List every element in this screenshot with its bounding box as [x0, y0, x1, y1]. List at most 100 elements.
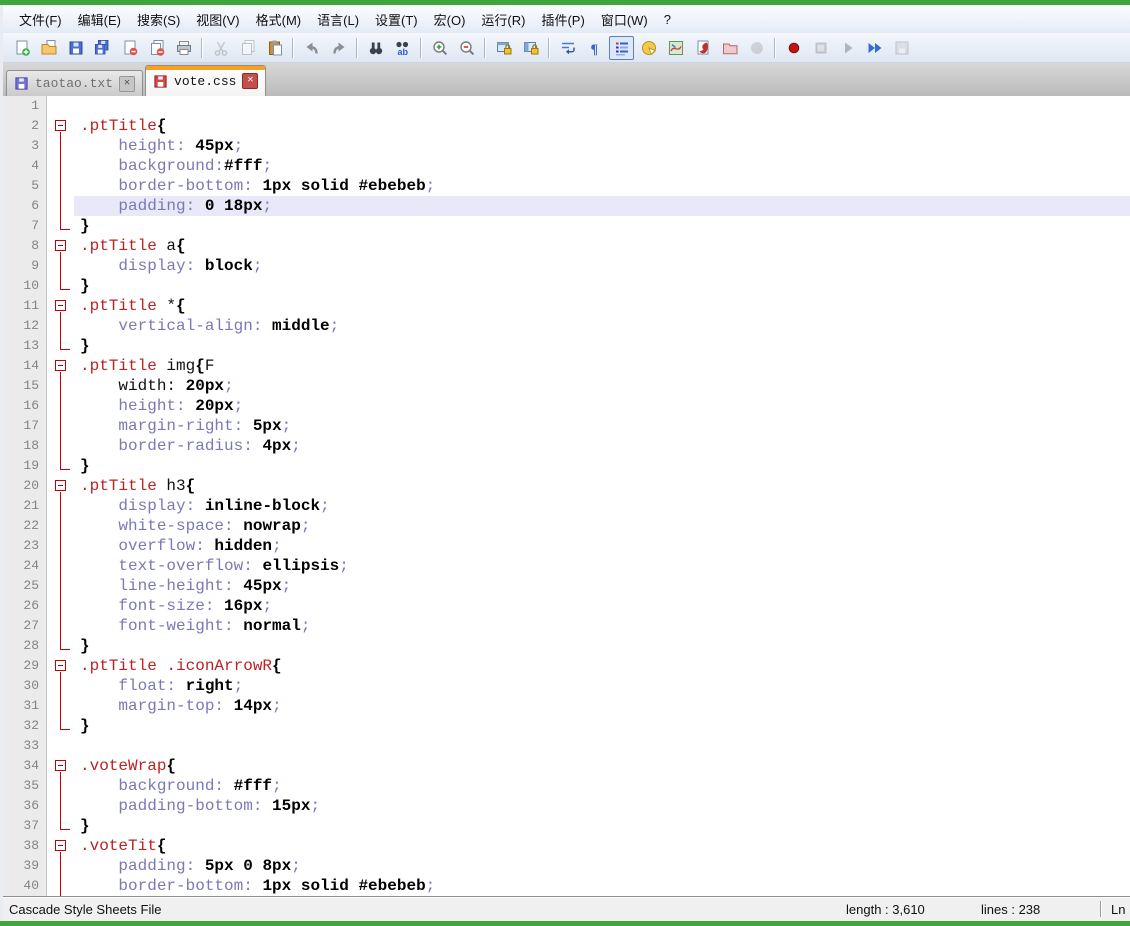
- code-line-22[interactable]: 22 white-space: nowrap;: [3, 516, 1130, 536]
- menu-item-6[interactable]: 设置(T): [367, 5, 426, 34]
- code-line-6[interactable]: 6 padding: 0 18px;: [3, 196, 1130, 216]
- open-file-icon[interactable]: [36, 36, 61, 60]
- code-line-29[interactable]: 29.ptTitle .iconArrowR{: [3, 656, 1130, 676]
- tab-taotao.txt[interactable]: taotao.txt✕: [6, 70, 143, 96]
- code-line-18[interactable]: 18 border-radius: 4px;: [3, 436, 1130, 456]
- fold-collapse-icon[interactable]: [47, 756, 74, 776]
- code-line-31[interactable]: 31 margin-top: 14px;: [3, 696, 1130, 716]
- code-line-3[interactable]: 3 height: 45px;: [3, 136, 1130, 156]
- line-number: 8: [3, 236, 47, 256]
- line-number: 21: [3, 496, 47, 516]
- word-wrap-icon[interactable]: [555, 36, 580, 60]
- tab-close-icon[interactable]: ✕: [242, 73, 258, 89]
- menu-item-8[interactable]: 运行(R): [473, 5, 533, 34]
- function-list-icon[interactable]: [609, 36, 634, 60]
- code-line-10[interactable]: 10}: [3, 276, 1130, 296]
- code-text: background: #fff;: [74, 776, 1130, 796]
- paste-icon[interactable]: [262, 36, 287, 60]
- code-line-4[interactable]: 4 background:#fff;: [3, 156, 1130, 176]
- document-map-icon[interactable]: [636, 36, 661, 60]
- fold-collapse-icon[interactable]: [47, 656, 74, 676]
- fold-collapse-icon[interactable]: [47, 476, 74, 496]
- tab-vote.css[interactable]: vote.css✕: [145, 65, 266, 96]
- nppexport-icon[interactable]: [663, 36, 688, 60]
- code-line-28[interactable]: 28}: [3, 636, 1130, 656]
- code-line-21[interactable]: 21 display: inline-block;: [3, 496, 1130, 516]
- redo-icon[interactable]: [326, 36, 351, 60]
- editor[interactable]: 12.ptTitle{3 height: 45px;4 background:#…: [3, 96, 1130, 896]
- code-line-39[interactable]: 39 padding: 5px 0 8px;: [3, 856, 1130, 876]
- menu-item-10[interactable]: 窗口(W): [593, 5, 656, 34]
- code-line-2[interactable]: 2.ptTitle{: [3, 116, 1130, 136]
- macro-run-multiple-icon[interactable]: [862, 36, 887, 60]
- fold-collapse-icon[interactable]: [47, 116, 74, 136]
- code-line-25[interactable]: 25 line-height: 45px;: [3, 576, 1130, 596]
- save-icon[interactable]: [63, 36, 88, 60]
- close-icon[interactable]: [117, 36, 142, 60]
- code-line-40[interactable]: 40 border-bottom: 1px solid #ebebeb;: [3, 876, 1130, 896]
- menu-item-0[interactable]: 文件(F): [11, 5, 70, 34]
- code-line-37[interactable]: 37}: [3, 816, 1130, 836]
- zoom-in-icon[interactable]: [427, 36, 452, 60]
- code-line-36[interactable]: 36 padding-bottom: 15px;: [3, 796, 1130, 816]
- code-line-12[interactable]: 12 vertical-align: middle;: [3, 316, 1130, 336]
- code-line-15[interactable]: 15 width: 20px;: [3, 376, 1130, 396]
- code-line-19[interactable]: 19}: [3, 456, 1130, 476]
- plugin-disabled-icon: [744, 36, 769, 60]
- replace-icon[interactable]: ab: [390, 36, 415, 60]
- code-line-24[interactable]: 24 text-overflow: ellipsis;: [3, 556, 1130, 576]
- find-icon[interactable]: [363, 36, 388, 60]
- sync-vertical-icon[interactable]: [491, 36, 516, 60]
- menu-item-11[interactable]: ?: [656, 7, 679, 32]
- code-text: }: [74, 216, 1130, 236]
- menu-item-9[interactable]: 插件(P): [533, 5, 592, 34]
- code-line-26[interactable]: 26 font-size: 16px;: [3, 596, 1130, 616]
- code-line-27[interactable]: 27 font-weight: normal;: [3, 616, 1130, 636]
- fold-collapse-icon[interactable]: [47, 236, 74, 256]
- code-line-14[interactable]: 14.ptTitle img{F: [3, 356, 1130, 376]
- code-line-30[interactable]: 30 float: right;: [3, 676, 1130, 696]
- menu-item-5[interactable]: 语言(L): [309, 5, 367, 34]
- code-line-38[interactable]: 38.voteTit{: [3, 836, 1130, 856]
- sync-horizontal-icon[interactable]: [518, 36, 543, 60]
- code-text: }: [74, 276, 1130, 296]
- fold-margin: [47, 276, 74, 296]
- code-line-16[interactable]: 16 height: 20px;: [3, 396, 1130, 416]
- code-line-32[interactable]: 32}: [3, 716, 1130, 736]
- menu-item-3[interactable]: 视图(V): [188, 5, 247, 34]
- menu-item-4[interactable]: 格式(M): [248, 5, 310, 34]
- code-line-9[interactable]: 9 display: block;: [3, 256, 1130, 276]
- fold-collapse-icon[interactable]: [47, 356, 74, 376]
- code-line-33[interactable]: 33: [3, 736, 1130, 756]
- code-line-1[interactable]: 1: [3, 96, 1130, 116]
- folder-as-workspace-icon[interactable]: [717, 36, 742, 60]
- show-all-characters-icon[interactable]: ¶: [582, 36, 607, 60]
- fold-margin: [47, 576, 74, 596]
- code-line-34[interactable]: 34.voteWrap{: [3, 756, 1130, 776]
- save-all-icon[interactable]: [90, 36, 115, 60]
- code-line-8[interactable]: 8.ptTitle a{: [3, 236, 1130, 256]
- code-line-23[interactable]: 23 overflow: hidden;: [3, 536, 1130, 556]
- code-line-5[interactable]: 5 border-bottom: 1px solid #ebebeb;: [3, 176, 1130, 196]
- menu-item-1[interactable]: 编辑(E): [70, 5, 129, 34]
- plugin-doc-icon[interactable]: [690, 36, 715, 60]
- code-line-17[interactable]: 17 margin-right: 5px;: [3, 416, 1130, 436]
- code-line-7[interactable]: 7}: [3, 216, 1130, 236]
- code-line-20[interactable]: 20.ptTitle h3{: [3, 476, 1130, 496]
- menu-item-2[interactable]: 搜索(S): [129, 5, 188, 34]
- tab-close-icon[interactable]: ✕: [119, 76, 135, 92]
- menu-item-7[interactable]: 宏(O): [426, 5, 474, 34]
- zoom-out-icon[interactable]: [454, 36, 479, 60]
- fold-collapse-icon[interactable]: [47, 836, 74, 856]
- code-line-35[interactable]: 35 background: #fff;: [3, 776, 1130, 796]
- undo-icon[interactable]: [299, 36, 324, 60]
- line-number: 2: [3, 116, 47, 136]
- code-line-13[interactable]: 13}: [3, 336, 1130, 356]
- macro-record-icon[interactable]: [781, 36, 806, 60]
- line-number: 19: [3, 456, 47, 476]
- print-icon[interactable]: [171, 36, 196, 60]
- code-line-11[interactable]: 11.ptTitle *{: [3, 296, 1130, 316]
- new-file-icon[interactable]: [9, 36, 34, 60]
- fold-collapse-icon[interactable]: [47, 296, 74, 316]
- close-all-icon[interactable]: [144, 36, 169, 60]
